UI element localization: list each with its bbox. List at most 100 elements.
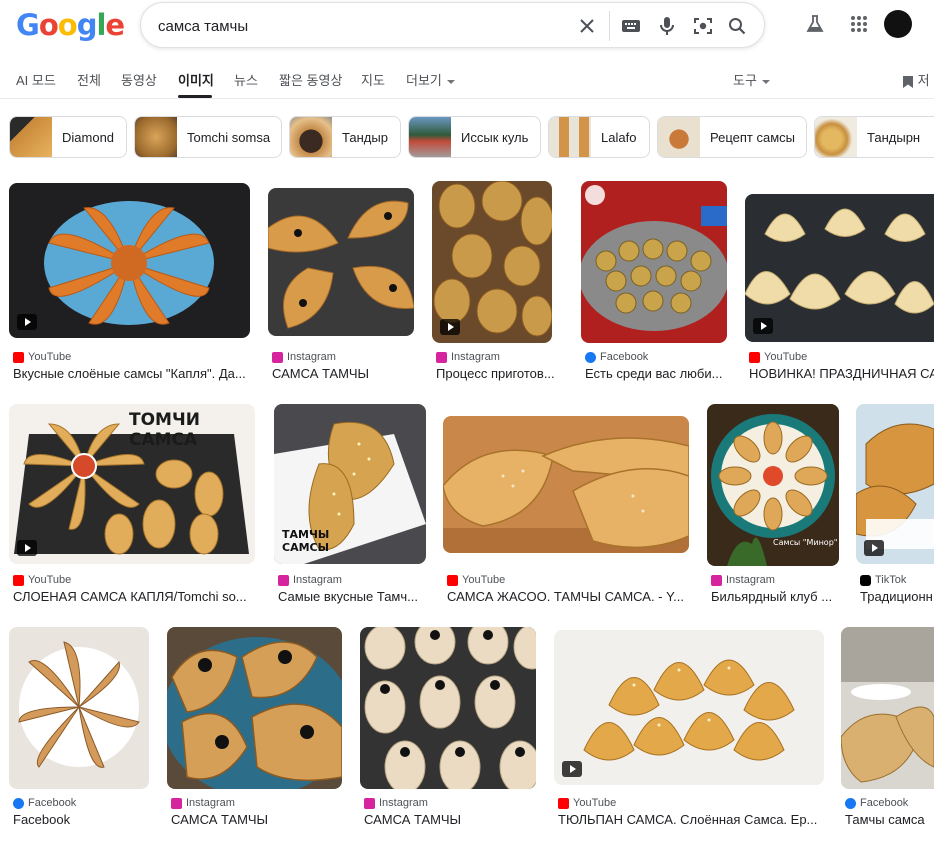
result-title[interactable]: Традиционн: [860, 589, 934, 604]
result-thumbnail[interactable]: [167, 627, 342, 789]
source-name: Facebook: [860, 797, 909, 809]
result-thumbnail[interactable]: [9, 627, 149, 789]
result-title[interactable]: СЛОЕНАЯ САМСА КАПЛЯ/Tomchi so...: [13, 589, 255, 604]
result-thumbnail[interactable]: [554, 630, 824, 785]
labs-flask-icon[interactable]: [803, 12, 827, 36]
image-result[interactable]: Instagram САМСА ТАМЧЫ: [167, 627, 343, 827]
tab-images[interactable]: 이미지: [178, 70, 214, 89]
image-result[interactable]: Facebook Facebook: [9, 627, 151, 827]
result-thumbnail[interactable]: [443, 416, 689, 553]
instagram-icon: [278, 574, 289, 586]
apps-grid-icon[interactable]: [847, 12, 871, 36]
result-source[interactable]: Instagram: [364, 797, 428, 809]
chip-label: Рецепт самсы: [710, 129, 795, 145]
result-title[interactable]: Есть среди вас люби...: [585, 366, 727, 381]
microphone-icon[interactable]: [655, 14, 679, 38]
saved-button[interactable]: 저: [902, 70, 930, 89]
image-result[interactable]: YouTube САМСА ЖАСОО. ТАМЧЫ САМСА. - Y...: [443, 404, 691, 604]
image-result[interactable]: Facebook Есть среди вас люби...: [581, 181, 727, 381]
chip-tomchi-somsa[interactable]: Tomchi somsa: [134, 116, 282, 158]
tiktok-icon: [860, 574, 871, 586]
result-title[interactable]: САМСА ТАМЧЫ: [272, 366, 416, 381]
chip-lalafo[interactable]: Lalafo: [548, 116, 650, 158]
keyboard-icon[interactable]: [619, 14, 643, 38]
result-thumbnail[interactable]: [581, 181, 727, 343]
result-source[interactable]: Instagram: [711, 574, 775, 586]
result-thumbnail[interactable]: [841, 627, 934, 789]
image-result[interactable]: YouTube НОВИНКА! ПРАЗДНИЧНАЯ СА: [745, 181, 934, 381]
result-source[interactable]: Facebook: [585, 351, 648, 363]
image-result[interactable]: ТОМЧИ САМСА YouTube СЛОЕНАЯ САМСА КАПЛЯ/…: [9, 404, 257, 604]
result-source[interactable]: Instagram: [171, 797, 235, 809]
result-source[interactable]: Instagram: [436, 351, 500, 363]
account-avatar[interactable]: [884, 10, 912, 38]
result-source[interactable]: YouTube: [447, 574, 505, 586]
image-result[interactable]: Самсы "Минор" Instagram Бильярдный клуб …: [707, 404, 839, 604]
image-result[interactable]: Instagram САМСА ТАМЧЫ: [360, 627, 538, 827]
result-source[interactable]: Instagram: [278, 574, 342, 586]
source-name: Facebook: [600, 351, 649, 363]
tab-ai-mode[interactable]: AI 모드: [16, 70, 56, 89]
result-title[interactable]: ТЮЛЬПАН САМСА. Слоённая Самса. Ер...: [558, 812, 824, 827]
search-icon[interactable]: [725, 14, 749, 38]
thumbnail-caption: ТАМЧЫ САМСЫ: [282, 528, 330, 554]
result-thumbnail[interactable]: [856, 404, 934, 564]
tab-maps[interactable]: 지도: [361, 70, 385, 89]
bookmark-icon: [903, 75, 913, 88]
result-title[interactable]: САМСА ТАМЧЫ: [364, 812, 538, 827]
result-source[interactable]: YouTube: [558, 797, 616, 809]
tab-short-videos[interactable]: 짧은 동영상: [279, 70, 342, 89]
tools-button[interactable]: 도구: [733, 70, 770, 89]
image-result[interactable]: TikTok Традиционн: [856, 404, 934, 604]
result-source[interactable]: YouTube: [13, 574, 71, 586]
instagram-icon: [711, 574, 722, 586]
result-title[interactable]: НОВИНКА! ПРАЗДНИЧНАЯ СА: [749, 366, 934, 381]
result-title[interactable]: Процесс приготов...: [436, 366, 562, 381]
tab-all[interactable]: 전체: [77, 70, 101, 89]
clear-icon[interactable]: [575, 14, 599, 38]
image-result[interactable]: Instagram Процесс приготов...: [432, 181, 564, 381]
result-title[interactable]: Самые вкусные Тамч...: [278, 589, 424, 604]
result-title[interactable]: САМСА ТАМЧЫ: [171, 812, 343, 827]
chip-thumbnail: [658, 117, 700, 157]
search-input[interactable]: [158, 15, 558, 37]
chip-diamond[interactable]: Diamond: [9, 116, 127, 158]
chip-recipe-samsa[interactable]: Рецепт самсы: [657, 116, 807, 158]
result-source[interactable]: YouTube: [13, 351, 71, 363]
result-thumbnail[interactable]: [745, 194, 934, 342]
chip-tandyrn[interactable]: Тандырн: [814, 116, 934, 158]
saved-label: 저: [917, 73, 930, 88]
image-result[interactable]: ТАМЧЫ САМСЫ Instagram Самые вкусные Тамч…: [274, 404, 426, 604]
tab-more[interactable]: 더보기: [406, 70, 455, 89]
result-thumbnail[interactable]: [360, 627, 536, 789]
result-source[interactable]: TikTok: [860, 574, 906, 586]
result-source[interactable]: Facebook: [13, 797, 76, 809]
result-thumbnail[interactable]: [432, 181, 552, 343]
image-result[interactable]: Instagram САМСА ТАМЧЫ: [268, 183, 416, 383]
result-source[interactable]: Facebook: [845, 797, 908, 809]
result-thumbnail[interactable]: [268, 188, 414, 336]
chip-issyk-kul[interactable]: Иссык куль: [408, 116, 541, 158]
source-name: YouTube: [28, 351, 72, 363]
result-title[interactable]: Бильярдный клуб ...: [711, 589, 837, 604]
tab-videos[interactable]: 동영상: [121, 70, 157, 89]
result-title[interactable]: Тамчы самса: [845, 812, 934, 827]
result-thumbnail[interactable]: ТОМЧИ САМСА: [9, 404, 255, 564]
image-result[interactable]: Facebook Тамчы самса: [841, 627, 934, 827]
result-thumbnail[interactable]: Самсы "Минор": [707, 404, 839, 566]
result-title[interactable]: Facebook: [13, 812, 151, 827]
image-result[interactable]: YouTube ТЮЛЬПАН САМСА. Слоённая Самса. Е…: [554, 627, 826, 827]
result-source[interactable]: YouTube: [749, 351, 807, 363]
chip-tandyr[interactable]: Тандыр: [289, 116, 401, 158]
google-logo[interactable]: Google: [16, 8, 125, 42]
result-title[interactable]: Вкусные слоёные самсы "Капля". Да...: [13, 366, 249, 381]
facebook-icon: [585, 351, 596, 363]
image-result[interactable]: YouTube Вкусные слоёные самсы "Капля". Д…: [9, 183, 251, 383]
result-title[interactable]: САМСА ЖАСОО. ТАМЧЫ САМСА. - Y...: [447, 589, 689, 604]
source-name: YouTube: [764, 351, 808, 363]
lens-camera-icon[interactable]: [691, 14, 715, 38]
tab-news[interactable]: 뉴스: [234, 70, 258, 89]
result-thumbnail[interactable]: ТАМЧЫ САМСЫ: [274, 404, 426, 564]
result-thumbnail[interactable]: [9, 183, 250, 338]
result-source[interactable]: Instagram: [272, 351, 336, 363]
